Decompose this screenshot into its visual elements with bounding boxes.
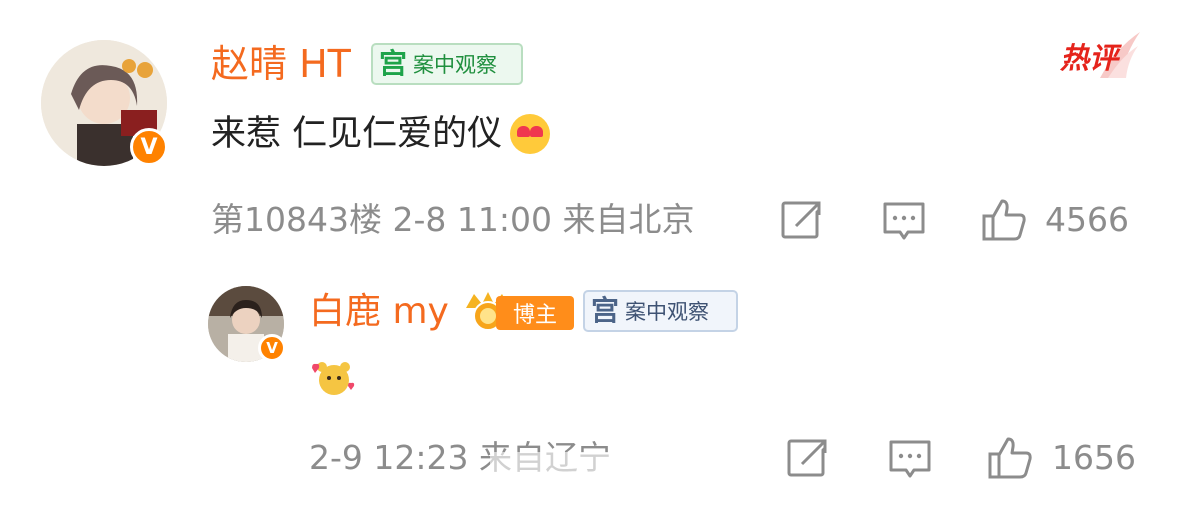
comment-location: 来自北京 [562,200,695,239]
comment-icon[interactable] [882,200,926,244]
share-icon[interactable] [780,198,824,242]
like-count: 1656 [1052,438,1136,477]
hot-comment-label: 热评 [1060,41,1119,75]
group-badge-label: 案中观察 [413,53,498,77]
commenter-name[interactable]: 赵晴 HT [211,45,351,83]
watermark-overlay [490,452,690,498]
group-badge-label: 案中观察 [625,300,710,324]
comment-time: 2-8 11:00 [392,200,552,239]
group-badge[interactable]: 宫 案中观察 [371,43,523,85]
like-icon[interactable] [988,435,1032,479]
floor-number: 第10843楼 [211,200,382,239]
palace-icon: 宫 [379,47,408,80]
group-badge[interactable]: 宫 案中观察 [583,290,738,332]
heart-eyes-emoji-icon [510,114,551,154]
palace-icon: 宫 [591,294,620,327]
comment-text: 来惹 仁见仁爱的仪 [211,114,503,154]
reply-time: 2-9 12:23 [309,438,469,477]
comment-meta: 第10843楼 2-8 11:00 来自北京 [211,203,694,236]
blogger-badge: 博主 [496,296,574,330]
replier-name[interactable]: 白鹿 my [309,294,449,330]
comment-content: 来惹 仁见仁爱的仪 [211,112,551,156]
like-icon[interactable] [982,197,1026,241]
verified-badge-icon: V [130,128,168,166]
share-icon[interactable] [786,436,830,480]
verified-badge-icon: V [258,334,286,362]
like-count: 4566 [1045,200,1129,239]
hamster-emoji-icon [312,362,355,395]
comment-icon[interactable] [888,438,932,482]
